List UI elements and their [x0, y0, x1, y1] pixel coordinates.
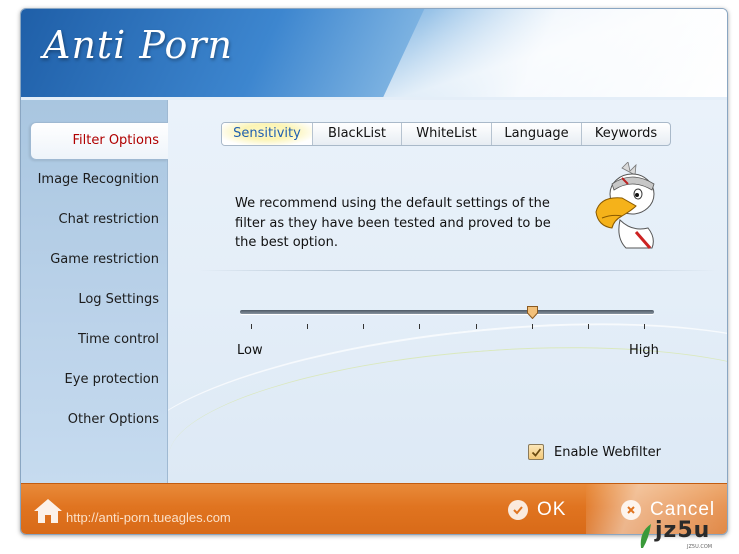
webfilter-checkbox[interactable] [528, 444, 544, 460]
tab-whitelist[interactable]: WhiteList [402, 123, 492, 145]
main-panel: Sensitivity BlackList WhiteList Language… [168, 100, 727, 483]
slider-label-low: Low [237, 343, 263, 358]
watermark-subtext: JZ5U.COM [687, 544, 713, 550]
slider-tick [644, 324, 645, 329]
slider-tick [307, 324, 309, 329]
sidebar-item-chat-restriction[interactable]: Chat restriction [21, 202, 159, 238]
slider-tick [587, 324, 589, 329]
slider-tick [419, 324, 421, 329]
section-divider [198, 270, 718, 271]
check-circle-icon [508, 500, 528, 520]
sidebar-item-image-recognition[interactable]: Image Recognition [21, 162, 159, 198]
sidebar-item-time-control[interactable]: Time control [21, 322, 159, 358]
tab-keywords[interactable]: Keywords [582, 123, 670, 145]
leaf-icon [640, 524, 651, 548]
sensitivity-slider-track[interactable] [240, 310, 654, 314]
check-icon [531, 447, 541, 457]
sidebar-item-game-restriction[interactable]: Game restriction [21, 242, 159, 278]
sidebar-item-filter-options[interactable]: Filter Options [30, 122, 168, 160]
site-watermark: jz5u JZ5U.COM [637, 518, 732, 552]
tab-bar: Sensitivity BlackList WhiteList Language… [221, 122, 671, 146]
footer-bar: http://anti-porn.tueagles.com OK Cancel [21, 483, 727, 534]
sidebar-item-eye-protection[interactable]: Eye protection [21, 362, 159, 398]
slider-tick [251, 324, 252, 329]
sidebar-item-log-settings[interactable]: Log Settings [21, 282, 159, 318]
slider-tick [363, 324, 365, 329]
tab-blacklist[interactable]: BlackList [313, 123, 402, 145]
sidebar-item-other-options[interactable]: Other Options [21, 402, 159, 438]
webfilter-option: Enable Webfilter [528, 444, 661, 460]
home-icon[interactable] [33, 497, 63, 525]
header-banner: Anti Porn [21, 9, 727, 139]
watermark-text: jz5u [655, 518, 711, 543]
tab-sensitivity[interactable]: Sensitivity [222, 123, 313, 145]
ok-button[interactable]: OK [508, 498, 566, 522]
app-title: Anti Porn [43, 23, 233, 67]
ok-button-label: OK [537, 499, 567, 520]
website-link[interactable]: http://anti-porn.tueagles.com [66, 510, 231, 525]
sensitivity-slider-thumb[interactable] [526, 306, 538, 319]
x-circle-icon [621, 500, 641, 520]
app-window: Anti Porn Filter Options Image Recogniti… [20, 8, 728, 535]
eagle-mascot-icon [595, 162, 655, 249]
tab-language[interactable]: Language [492, 123, 582, 145]
slider-label-high: High [629, 343, 659, 358]
sensitivity-description: We recommend using the default settings … [235, 196, 551, 250]
slider-tick [475, 324, 477, 329]
webfilter-label: Enable Webfilter [554, 444, 661, 460]
sidebar: Filter Options Image Recognition Chat re… [21, 100, 168, 483]
slider-tick [531, 324, 533, 329]
